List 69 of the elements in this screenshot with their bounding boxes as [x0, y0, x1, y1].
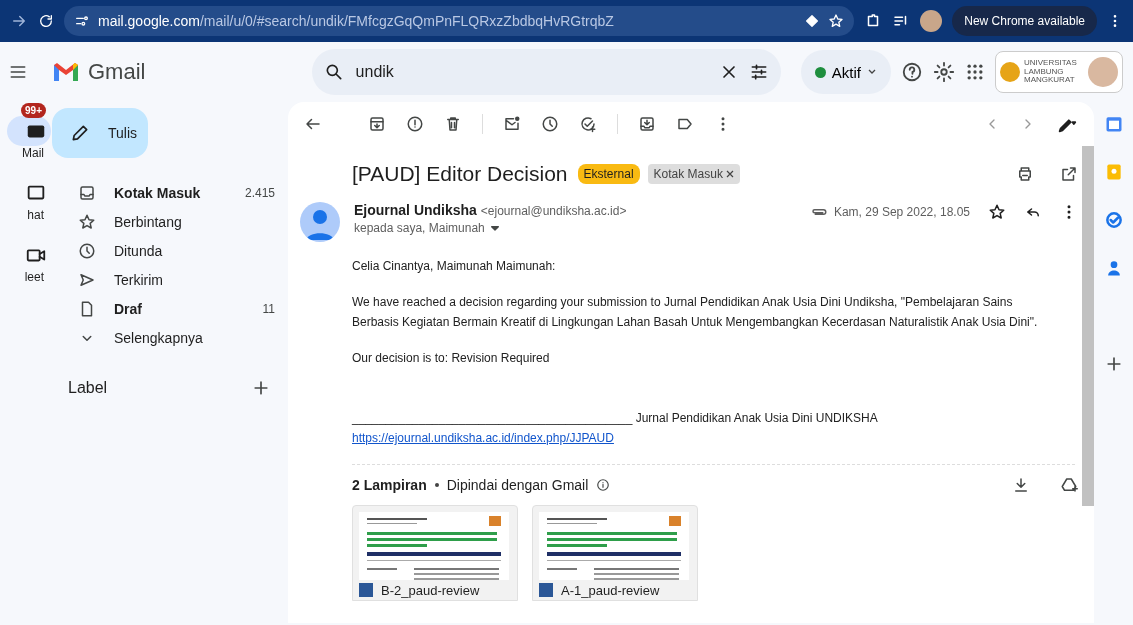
rail-label: Mail — [22, 146, 44, 160]
folder-item[interactable]: Draf 11 — [52, 294, 285, 323]
body-paragraph: We have reached a decision regarding your submission to Jurnal Pendidikan Anak Usia Dini Undiksha, "Pembelajaran Sains Berbasis Kegiatan Bermain Kreatif di Lingkungan Lahan Basah Untuk Mengembangkan Kecerdasan Naturalistik Anak Usia Dini". — [352, 294, 1039, 331]
scrollbar[interactable] — [1082, 146, 1094, 506]
word-file-icon — [539, 583, 553, 597]
spam-icon[interactable] — [406, 115, 424, 133]
folder-tag[interactable]: Kotak Masuk — [647, 164, 741, 184]
apps-grid-icon[interactable] — [965, 62, 985, 82]
clock-icon[interactable] — [78, 241, 96, 260]
status-button[interactable]: Aktif — [800, 50, 891, 94]
update-button[interactable]: New Chrome available — [952, 6, 1097, 36]
scan-note: Dipindai dengan Gmail — [446, 477, 589, 493]
separator-dot-icon — [434, 483, 439, 487]
labels-heading: Label — [68, 379, 108, 397]
mark-unread-icon[interactable] — [503, 115, 521, 133]
journal-link[interactable]: https://ejournal.undiksha.ac.id/index.php/JJPAUD — [352, 431, 614, 445]
trash-icon[interactable] — [444, 115, 462, 133]
search-bar[interactable]: undik — [311, 49, 781, 95]
rail-label: leet — [24, 270, 44, 284]
pencil-icon — [70, 123, 90, 143]
attachment-card[interactable]: B-2_paud-review — [352, 505, 518, 601]
rail-item[interactable] — [7, 116, 51, 146]
email-subject: [PAUD] Editor Decision — [352, 162, 568, 186]
search-input[interactable]: undik — [353, 62, 709, 82]
external-tag[interactable]: Eksternal — [577, 164, 640, 184]
address-bar[interactable]: mail.google.com/mail/u/0/#search/undik/FMfcgzGqQmPnFLQRxzZbdbqHvRGtrqbZ — [64, 6, 855, 36]
sender-name: Ejournal Undiksha <ejournal@undiksha.ac.id> — [354, 202, 628, 218]
settings-icon[interactable] — [933, 61, 955, 83]
info-icon[interactable] — [596, 478, 611, 492]
folder-item[interactable]: Berbintang — [52, 207, 285, 236]
remove-icon[interactable] — [726, 170, 735, 178]
folder-item[interactable]: Kotak Masuk 2.415 — [52, 178, 285, 207]
print-icon[interactable] — [1016, 165, 1034, 183]
download-icon[interactable] — [1012, 476, 1030, 494]
open-new-window-icon[interactable] — [1060, 165, 1078, 183]
inbox-icon[interactable] — [78, 183, 96, 202]
email-date: Kam, 29 Sep 2022, 18.05 — [833, 205, 970, 219]
move-to-icon[interactable] — [638, 115, 656, 133]
greeting-text: Celia Cinantya, Maimunah Maimunah: — [352, 258, 557, 275]
star-icon[interactable] — [828, 13, 845, 29]
compose-button[interactable]: Tulis — [52, 108, 148, 158]
tasks-icon[interactable] — [1103, 210, 1124, 230]
account-button[interactable]: UNIVERSITAS LAMBUNG MANGKURAT — [995, 51, 1123, 93]
folder-item[interactable]: Selengkapnya — [52, 323, 285, 352]
reload-icon[interactable] — [38, 13, 54, 29]
attachment-card[interactable]: A-1_paud-review — [532, 505, 698, 601]
folder-item[interactable]: Ditunda — [52, 236, 285, 265]
attachments-heading: 2 Lampiran — [352, 477, 427, 493]
attachment-name: B-2_paud-review — [381, 582, 480, 598]
envelope-logo-icon[interactable] — [52, 61, 80, 83]
star-icon[interactable] — [78, 212, 96, 231]
decision-text: Our decision is to: Revision Required — [352, 350, 551, 367]
gmail-logo-text: Gmail — [88, 59, 146, 85]
archive-icon[interactable] — [368, 115, 386, 133]
folder-item[interactable]: Terkirim — [52, 265, 285, 294]
attachment-name: A-1_paud-review — [561, 582, 660, 598]
star-icon[interactable] — [988, 203, 1006, 221]
add-task-icon[interactable] — [579, 115, 597, 133]
url-text: mail.google.com/mail/u/0/#search/undik/FMfcgzGqQmPnFLQRxzZbdbqHvRGtrqbZ — [98, 13, 614, 29]
help-icon[interactable] — [901, 61, 923, 83]
recipients-text: kepada saya, Maimunah — [354, 221, 485, 235]
profile-avatar[interactable] — [920, 10, 943, 32]
signature-text: __________________________________________ Jurnal Pendidikan Anak Usia Dini UNDIKSHA https://ejournal.undiksha.ac.id/index.php/JJPAUD — [352, 410, 879, 447]
word-file-icon — [359, 583, 373, 597]
site-settings-icon[interactable] — [74, 13, 90, 29]
rail-label: hat — [27, 208, 44, 222]
avatar-silhouette — [300, 202, 340, 242]
clock-icon[interactable] — [541, 115, 559, 133]
unread-badge: 99+ — [21, 103, 46, 118]
